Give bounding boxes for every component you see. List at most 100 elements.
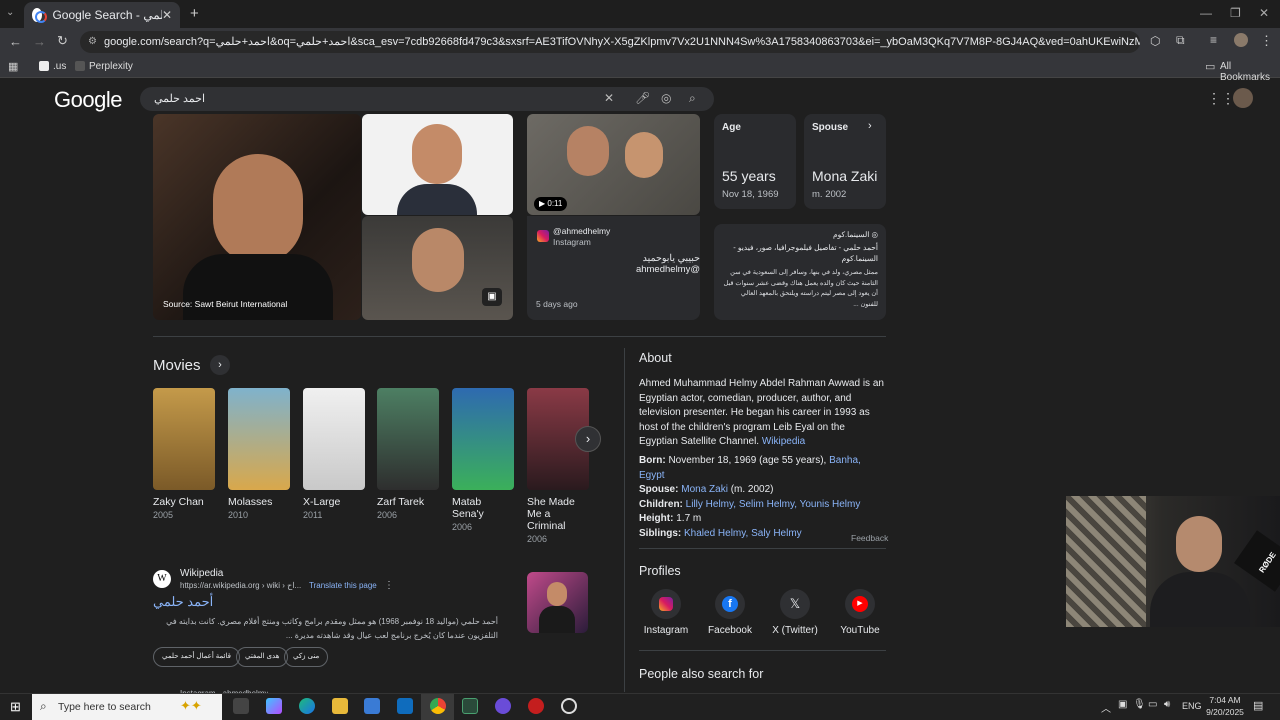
address-bar[interactable]: ⚙ google.com/search?q=احمد+حلمي&oq=احمد+… <box>80 31 1140 53</box>
puzzle-icon[interactable]: ⧉ <box>1176 33 1185 48</box>
movie-card[interactable]: Zarf Tarek 2006 <box>377 388 439 520</box>
app-icon[interactable] <box>495 698 511 714</box>
movies-heading[interactable]: Movies <box>153 357 201 374</box>
search-icon[interactable]: ⌕ <box>689 91 696 106</box>
chrome-icon[interactable] <box>430 698 446 714</box>
more-options-icon[interactable]: ⋮ <box>384 580 394 591</box>
windows-start-icon[interactable]: ⊞ <box>10 699 21 715</box>
result-thumbnail[interactable] <box>527 572 588 633</box>
tray-language[interactable]: ENG <box>1182 701 1202 711</box>
image-source: Source: Sawt Beirut International <box>163 299 288 309</box>
site-info-icon[interactable]: ⚙ <box>88 31 97 53</box>
search-highlight-icon: ✦✦ <box>180 698 202 713</box>
instagram-post-card[interactable]: @ahmedhelmy Instagram حبيبي يابوحميد @ah… <box>527 216 700 320</box>
main-photo[interactable]: Source: Sawt Beirut International <box>153 114 361 320</box>
explorer-icon[interactable] <box>332 698 348 714</box>
search-icon: ⌕ <box>40 699 47 713</box>
curtain-pattern <box>1066 496 1146 627</box>
reload-icon[interactable]: ↻ <box>57 33 68 49</box>
tray-app-icon[interactable]: ▣ <box>1118 699 1127 710</box>
instagram-icon <box>537 230 549 242</box>
restore-icon[interactable]: ❐ <box>1230 6 1241 20</box>
lens-icon[interactable]: ◎ <box>661 91 671 105</box>
profile-facebook[interactable]: f Facebook <box>699 589 761 636</box>
movie-card[interactable]: Zaky Chan 2005 <box>153 388 215 520</box>
tray-network-icon[interactable]: ▭ <box>1148 699 1157 710</box>
facts-list: Born: November 18, 1969 (age 55 years), … <box>639 454 889 542</box>
folder-icon: ▭ <box>1205 61 1216 73</box>
image-gallery-icon[interactable]: ▣ <box>482 288 502 306</box>
translate-link[interactable]: Translate this page <box>309 581 377 590</box>
movies-more-icon[interactable]: › <box>210 355 230 375</box>
tray-time[interactable]: 7:04 AM <box>1205 695 1245 705</box>
related-chip[interactable]: هدى المفتي <box>236 647 289 667</box>
reading-list-icon[interactable]: ≡ <box>1210 33 1217 47</box>
task-view-icon[interactable] <box>233 698 249 714</box>
notification-icon[interactable]: ▤ <box>1253 699 1263 712</box>
google-logo[interactable]: Google <box>54 87 122 113</box>
movies-next-icon[interactable]: › <box>575 426 601 452</box>
insta-caption: حبيبي يابوحميد @ahmedhelmy <box>635 253 700 275</box>
movie-year: 2006 <box>452 522 473 532</box>
bookmark-us[interactable]: .us <box>53 61 66 72</box>
tab-search-icon[interactable]: ⌄ <box>6 7 14 18</box>
account-avatar[interactable] <box>1233 88 1253 108</box>
menu-icon[interactable]: ⋮ <box>1260 33 1273 49</box>
record-icon[interactable] <box>528 698 544 714</box>
mic-icon[interactable]: 🎤︎ <box>635 91 650 105</box>
face-shape <box>412 228 464 292</box>
feedback-link[interactable]: Feedback <box>851 533 888 543</box>
movie-card[interactable]: Molasses 2010 <box>228 388 290 520</box>
age-card[interactable]: Age 55 years Nov 18, 1969 <box>714 114 796 209</box>
bookmark-favicon-icon <box>39 61 49 71</box>
clear-icon[interactable]: ✕ <box>604 91 614 105</box>
taskbar-search[interactable]: ⌕ Type here to search ✦✦ <box>32 694 222 720</box>
profile-youtube[interactable]: ▶ YouTube <box>829 589 891 636</box>
movie-card[interactable]: Matab Sena'y 2006 <box>452 388 514 532</box>
store-icon[interactable] <box>364 698 380 714</box>
bookmark-perplexity[interactable]: Perplexity <box>89 61 133 72</box>
related-chip[interactable]: منى زكي <box>284 647 329 667</box>
video-thumbnail[interactable]: ▶ 0:11 <box>527 114 700 215</box>
about-heading: About <box>639 351 672 365</box>
close-tab-icon[interactable]: ✕ <box>162 8 172 22</box>
related-chip[interactable]: قائمة أعمال أحمد حلمي <box>153 647 240 667</box>
terminal-icon[interactable] <box>462 698 478 714</box>
result-title[interactable]: أحمد حلمي <box>153 594 213 610</box>
shirt-shape <box>1150 572 1250 627</box>
back-icon[interactable]: ← <box>9 34 22 49</box>
obs-icon[interactable] <box>561 698 577 714</box>
apps-grid-icon[interactable]: ▦ <box>8 60 18 73</box>
close-window-icon[interactable]: ✕ <box>1259 6 1269 20</box>
profile-avatar[interactable] <box>1234 33 1248 47</box>
profile-instagram[interactable]: Instagram <box>635 589 697 636</box>
photo-car[interactable]: ▣ <box>362 216 513 320</box>
profile-x[interactable]: 𝕏X (Twitter) <box>764 589 826 636</box>
tray-mic-icon[interactable]: 🎙︎ <box>1133 699 1146 710</box>
copilot-icon[interactable] <box>266 698 282 714</box>
tray-volume-icon[interactable]: 🔊︎ <box>1164 699 1170 710</box>
outlook-icon[interactable] <box>397 698 413 714</box>
wikipedia-link[interactable]: Wikipedia <box>762 436 805 447</box>
youtube-icon: ▶ <box>845 589 875 619</box>
spouse-label: Spouse <box>812 122 849 133</box>
divider <box>639 548 886 549</box>
tray-date[interactable]: 9/20/2025 <box>1203 707 1247 717</box>
google-apps-icon[interactable]: ⋮⋮ <box>1207 90 1235 107</box>
movie-title: Matab Sena'y <box>452 496 484 520</box>
spouse-card[interactable]: Spouse › Mona Zaki m. 2002 <box>804 114 886 209</box>
tab-strip: ⌄ Google Search - احمد حلمي ✕ + — ❐ ✕ <box>0 0 1280 28</box>
elcinema-card[interactable]: ◎ السينما.كوم أحمد حلمي - تفاصيل فيلموجر… <box>714 224 886 320</box>
edge-icon[interactable] <box>299 698 315 714</box>
minimize-icon[interactable]: — <box>1200 6 1212 20</box>
photo-smile[interactable] <box>362 114 513 215</box>
movie-card[interactable]: X-Large 2011 <box>303 388 365 520</box>
movie-card[interactable]: She Made Me a Criminal 2006 <box>527 388 589 544</box>
tray-chevron-icon[interactable]: ︿ <box>1101 700 1111 715</box>
forward-icon[interactable]: → <box>33 34 46 49</box>
new-tab-icon[interactable]: + <box>190 5 199 22</box>
result-site[interactable]: Wikipedia <box>180 568 223 579</box>
extension-icon[interactable]: ⬡ <box>1150 34 1160 48</box>
search-input[interactable]: احمد حلمي <box>140 87 714 111</box>
tab-google-search[interactable]: Google Search - احمد حلمي ✕ <box>24 2 180 28</box>
